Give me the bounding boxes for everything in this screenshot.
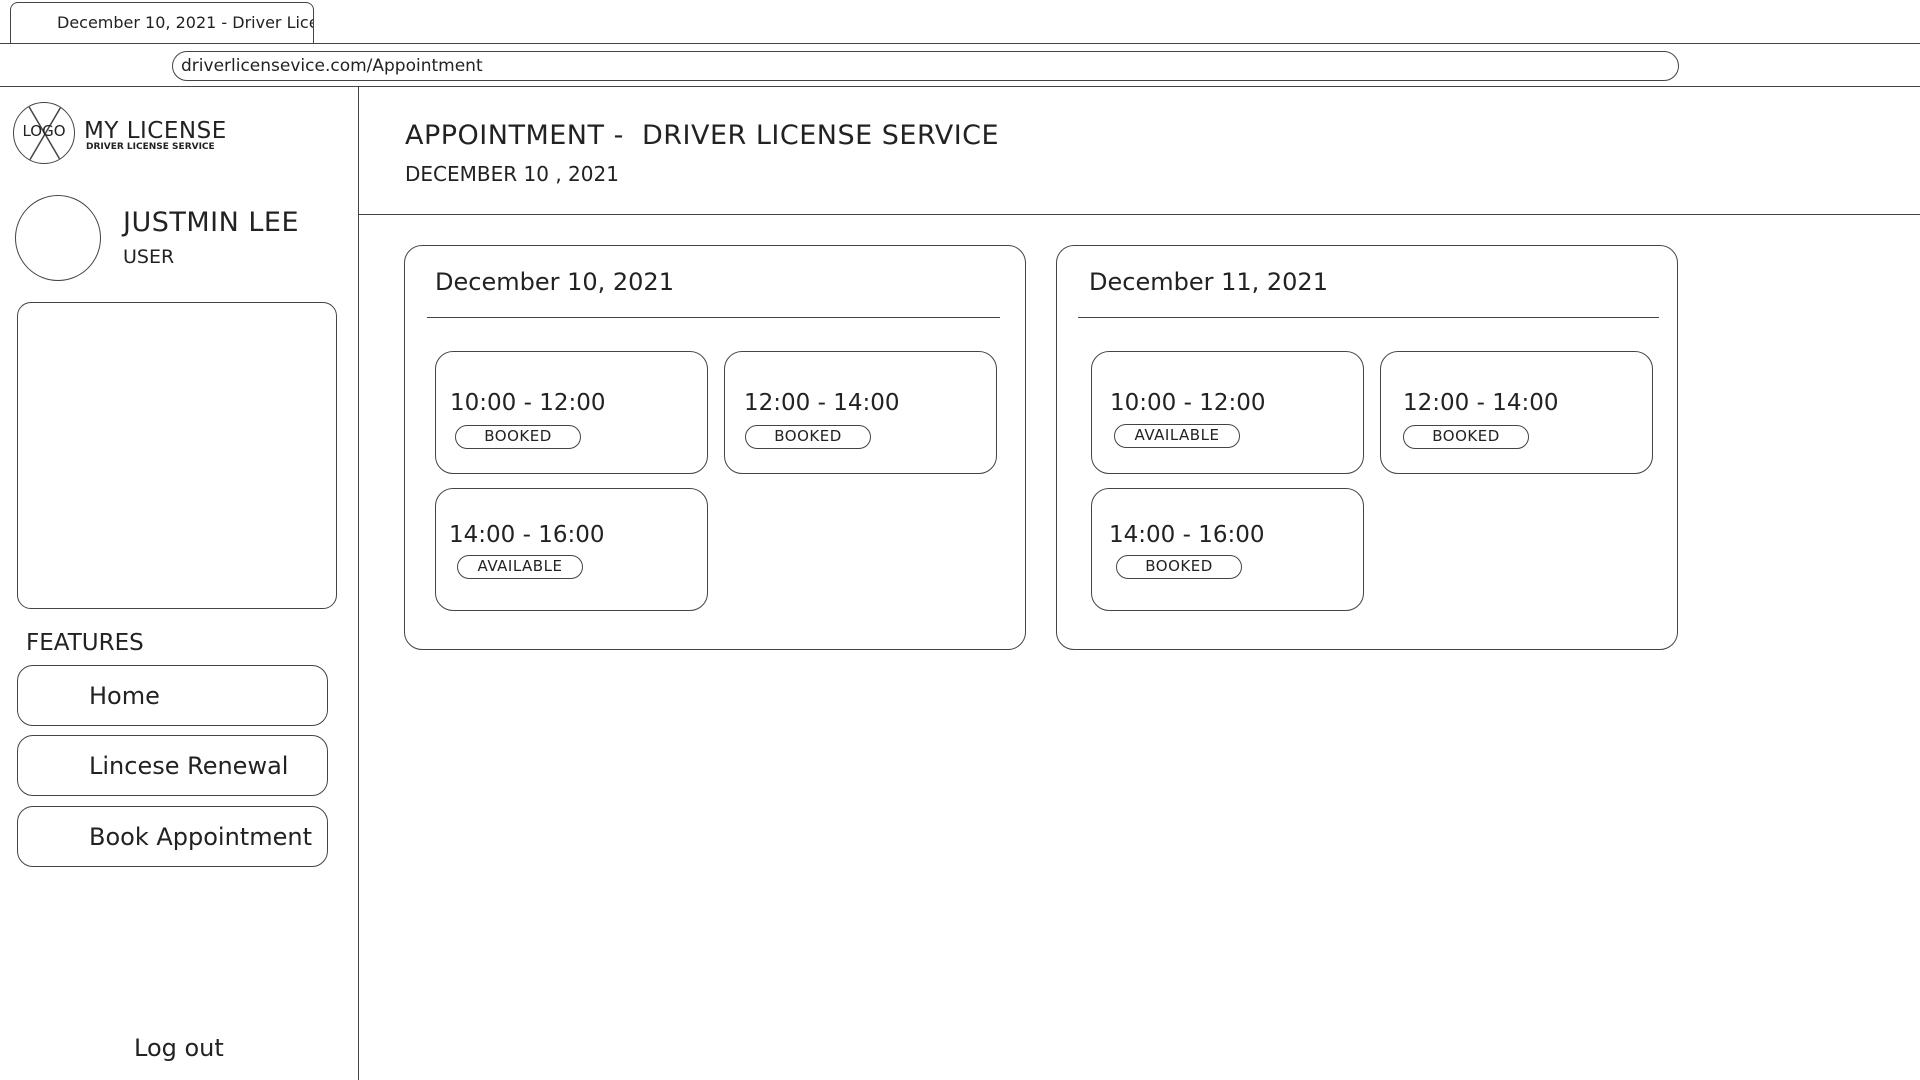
slot-time: 12:00 - 14:00 <box>1403 390 1559 416</box>
user-name: JUSTMIN LEE <box>123 207 300 238</box>
slot-status-badge: BOOKED <box>1116 555 1242 579</box>
logo-placeholder: LOGO <box>13 102 75 164</box>
logo-text: LOGO <box>22 122 66 140</box>
nav-license-renewal-button[interactable]: Lincese Renewal <box>17 735 328 796</box>
browser-tab[interactable]: December 10, 2021 - Driver Licens <box>10 2 314 44</box>
sidebar-divider <box>358 87 359 1080</box>
tab-strip-divider <box>0 43 1920 44</box>
chrome-divider <box>0 86 1920 87</box>
slot-status-badge: AVAILABLE <box>1114 424 1240 448</box>
time-slot[interactable]: 14:00 - 16:00 AVAILABLE <box>435 488 708 611</box>
address-bar[interactable]: driverlicensevice.com/Appointment <box>172 51 1679 81</box>
sidebar-panel <box>17 302 337 609</box>
slot-time: 12:00 - 14:00 <box>744 390 900 416</box>
slot-time: 10:00 - 12:00 <box>1110 390 1266 416</box>
day-card: December 10, 2021 10:00 - 12:00 BOOKED 1… <box>404 245 1026 650</box>
time-slot[interactable]: 10:00 - 12:00 AVAILABLE <box>1091 351 1364 474</box>
time-slot[interactable]: 10:00 - 12:00 BOOKED <box>435 351 708 474</box>
slot-status-badge: AVAILABLE <box>457 555 583 579</box>
time-slot[interactable]: 12:00 - 14:00 BOOKED <box>724 351 997 474</box>
day-divider <box>1078 317 1659 318</box>
slot-status-badge: BOOKED <box>455 425 581 449</box>
brand-name: MY LICENSE <box>84 118 227 144</box>
nav-home-button[interactable]: Home <box>17 665 328 726</box>
page-date: DECEMBER 10 , 2021 <box>405 162 619 186</box>
day-title: December 11, 2021 <box>1089 268 1328 296</box>
day-divider <box>427 317 1000 318</box>
slot-time: 14:00 - 16:00 <box>1109 522 1265 548</box>
slot-time: 14:00 - 16:00 <box>449 522 605 548</box>
features-heading: FEATURES <box>26 630 144 656</box>
user-role: USER <box>123 246 175 268</box>
page-title: APPOINTMENT - DRIVER LICENSE SERVICE <box>405 120 1000 151</box>
slot-status-badge: BOOKED <box>1403 425 1529 449</box>
tab-title: December 10, 2021 - Driver Licens <box>57 13 314 32</box>
header-divider <box>359 214 1920 215</box>
slot-time: 10:00 - 12:00 <box>450 390 606 416</box>
time-slot[interactable]: 14:00 - 16:00 BOOKED <box>1091 488 1364 611</box>
avatar <box>15 195 101 281</box>
nav-book-appointment-button[interactable]: Book Appointment <box>17 806 328 867</box>
brand-tagline: DRIVER LICENSE SERVICE <box>86 142 215 152</box>
logout-link[interactable]: Log out <box>134 1034 224 1062</box>
slot-status-badge: BOOKED <box>745 425 871 449</box>
day-title: December 10, 2021 <box>435 268 674 296</box>
url-text: driverlicensevice.com/Appointment <box>181 56 483 76</box>
day-card: December 11, 2021 10:00 - 12:00 AVAILABL… <box>1056 245 1678 650</box>
time-slot[interactable]: 12:00 - 14:00 BOOKED <box>1380 351 1653 474</box>
